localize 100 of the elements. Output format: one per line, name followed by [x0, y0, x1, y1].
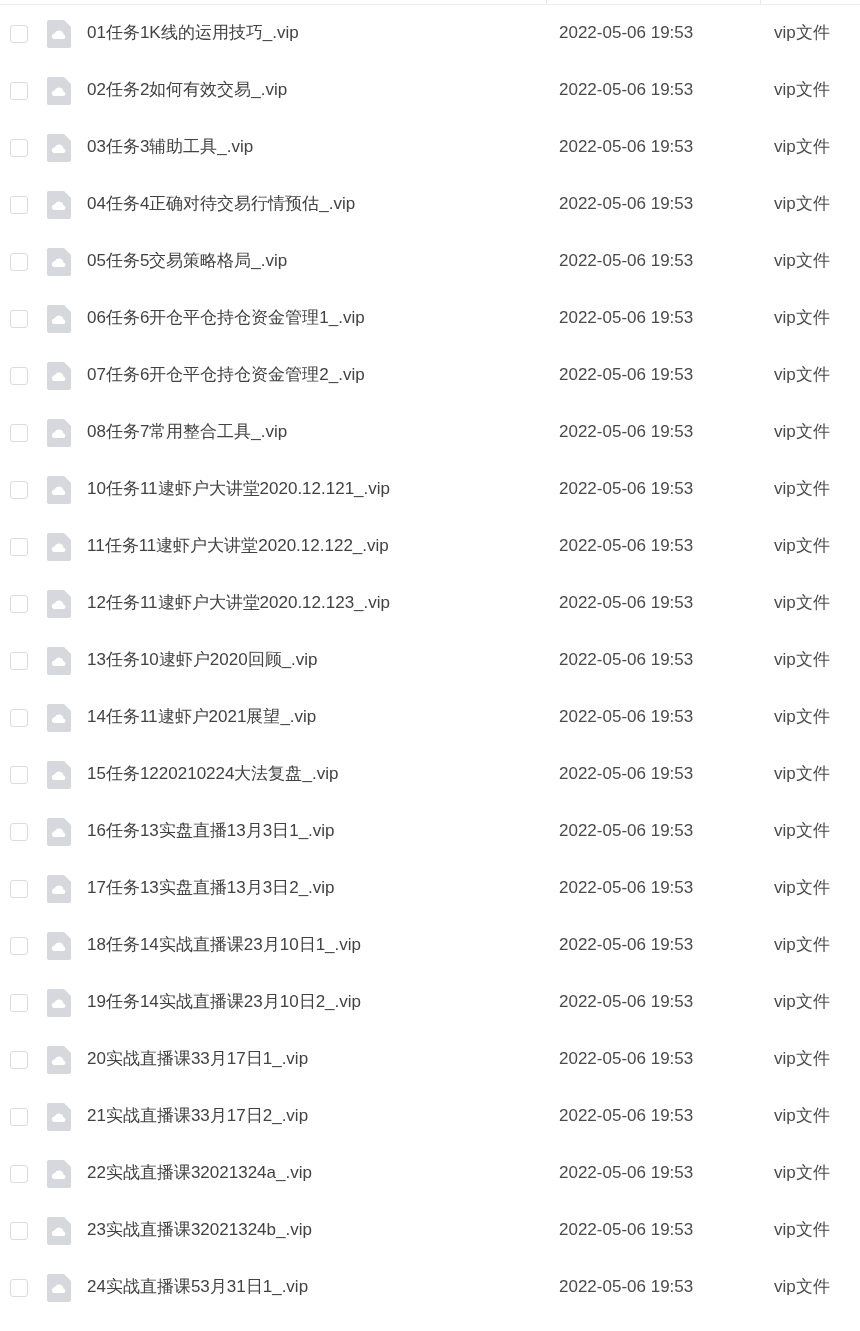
modified-date: 2022-05-06 19:53: [558, 878, 694, 899]
cloud-document-icon: [47, 874, 71, 903]
file-type: vip文件: [773, 1106, 830, 1127]
file-name[interactable]: 05任务5交易策略格局_.vip: [87, 251, 288, 272]
cloud-document-icon: [47, 988, 71, 1017]
file-type: vip文件: [773, 308, 830, 329]
file-name[interactable]: 20实战直播课33月17日1_.vip: [87, 1049, 309, 1070]
row-checkbox[interactable]: [10, 822, 28, 841]
row-checkbox[interactable]: [10, 309, 28, 328]
file-type: vip文件: [773, 422, 830, 443]
file-name[interactable]: 21实战直播课33月17日2_.vip: [87, 1106, 309, 1127]
file-type: vip文件: [773, 707, 830, 728]
modified-date: 2022-05-06 19:53: [558, 80, 694, 101]
row-checkbox[interactable]: [10, 879, 28, 898]
file-name[interactable]: 15任务1220210224大法复盘_.vip: [87, 764, 339, 785]
file-name[interactable]: 22实战直播课32021324a_.vip: [87, 1163, 312, 1184]
file-name[interactable]: 04任务4正确对待交易行情预估_.vip: [87, 194, 356, 215]
file-name[interactable]: 11任务11逮虾户大讲堂2020.12.122_.vip: [87, 536, 389, 557]
row-checkbox[interactable]: [10, 708, 28, 727]
file-name[interactable]: 13任务10逮虾户2020回顾_.vip: [87, 650, 318, 671]
file-name[interactable]: 10任务11逮虾户大讲堂2020.12.121_.vip: [87, 479, 390, 500]
file-name[interactable]: 08任务7常用整合工具_.vip: [87, 422, 288, 443]
modified-date: 2022-05-06 19:53: [558, 308, 694, 329]
file-type: vip文件: [773, 878, 830, 899]
modified-date: 2022-05-06 19:53: [558, 992, 694, 1013]
cloud-document-icon: [47, 304, 71, 333]
row-checkbox[interactable]: [10, 423, 28, 442]
modified-date: 2022-05-06 19:53: [558, 935, 694, 956]
file-type: vip文件: [773, 935, 830, 956]
cloud-document-icon: [47, 703, 71, 732]
cloud-document-icon: [47, 1273, 71, 1302]
cloud-document-icon: [47, 247, 71, 276]
cloud-document-icon: [47, 589, 71, 618]
file-type: vip文件: [773, 992, 830, 1013]
file-name[interactable]: 16任务13实盘直播13月3日1_.vip: [87, 821, 335, 842]
modified-date: 2022-05-06 19:53: [558, 194, 694, 215]
file-name[interactable]: 24实战直播课53月31日1_.vip: [87, 1277, 309, 1298]
file-type: vip文件: [773, 764, 830, 785]
modified-date: 2022-05-06 19:53: [558, 137, 694, 158]
cloud-document-icon: [47, 760, 71, 789]
cloud-document-icon: [47, 475, 71, 504]
row-checkbox[interactable]: [10, 366, 28, 385]
file-name[interactable]: 03任务3辅助工具_.vip: [87, 137, 254, 158]
file-type: vip文件: [773, 536, 830, 557]
row-checkbox[interactable]: [10, 1221, 28, 1240]
cloud-document-icon: [47, 1216, 71, 1245]
row-checkbox[interactable]: [10, 651, 28, 670]
file-name[interactable]: 12任务11逮虾户大讲堂2020.12.123_.vip: [87, 593, 390, 614]
row-checkbox[interactable]: [10, 1278, 28, 1297]
row-checkbox[interactable]: [10, 537, 28, 556]
row-checkbox[interactable]: [10, 195, 28, 214]
file-type: vip文件: [773, 1220, 830, 1241]
cloud-document-icon: [47, 19, 71, 48]
cloud-document-icon: [47, 532, 71, 561]
file-name[interactable]: 17任务13实盘直播13月3日2_.vip: [87, 878, 335, 899]
cloud-document-icon: [47, 931, 71, 960]
row-checkbox[interactable]: [10, 1107, 28, 1126]
row-checkbox[interactable]: [10, 1164, 28, 1183]
row-checkbox[interactable]: [10, 1050, 28, 1069]
file-type: vip文件: [773, 80, 830, 101]
row-checkbox[interactable]: [10, 993, 28, 1012]
row-checkbox[interactable]: [10, 936, 28, 955]
cloud-document-icon: [47, 817, 71, 846]
file-type: vip文件: [773, 1049, 830, 1070]
modified-date: 2022-05-06 19:53: [558, 479, 694, 500]
file-name[interactable]: 07任务6开仓平仓持仓资金管理2_.vip: [87, 365, 365, 386]
cloud-document-icon: [47, 1045, 71, 1074]
modified-date: 2022-05-06 19:53: [558, 23, 694, 44]
modified-date: 2022-05-06 19:53: [558, 1163, 694, 1184]
row-checkbox[interactable]: [10, 252, 28, 271]
file-name[interactable]: 06任务6开仓平仓持仓资金管理1_.vip: [87, 308, 365, 329]
modified-date: 2022-05-06 19:53: [558, 821, 694, 842]
file-name[interactable]: 01任务1K线的运用技巧_.vip: [87, 23, 299, 44]
row-checkbox[interactable]: [10, 24, 28, 43]
file-name[interactable]: 02任务2如何有效交易_.vip: [87, 80, 288, 101]
row-checkbox[interactable]: [10, 81, 28, 100]
file-name[interactable]: 23实战直播课32021324b_.vip: [87, 1220, 312, 1241]
modified-date: 2022-05-06 19:53: [558, 536, 694, 557]
row-checkbox[interactable]: [10, 480, 28, 499]
modified-date: 2022-05-06 19:53: [558, 422, 694, 443]
modified-date: 2022-05-06 19:53: [558, 593, 694, 614]
file-name[interactable]: 18任务14实战直播课23月10日1_.vip: [87, 935, 361, 956]
file-type: vip文件: [773, 251, 830, 272]
file-type: vip文件: [773, 479, 830, 500]
cloud-document-icon: [47, 190, 71, 219]
row-checkbox[interactable]: [10, 594, 28, 613]
file-type: vip文件: [773, 365, 830, 386]
modified-date: 2022-05-06 19:53: [558, 1049, 694, 1070]
file-name[interactable]: 19任务14实战直播课23月10日2_.vip: [87, 992, 361, 1013]
cloud-document-icon: [47, 646, 71, 675]
modified-date: 2022-05-06 19:53: [558, 365, 694, 386]
cloud-document-icon: [47, 76, 71, 105]
file-type: vip文件: [773, 593, 830, 614]
row-checkbox[interactable]: [10, 138, 28, 157]
file-name[interactable]: 14任务11逮虾户2021展望_.vip: [87, 707, 317, 728]
modified-date: 2022-05-06 19:53: [558, 1220, 694, 1241]
cloud-document-icon: [47, 1159, 71, 1188]
row-checkbox[interactable]: [10, 765, 28, 784]
modified-date: 2022-05-06 19:53: [558, 764, 694, 785]
file-type: vip文件: [773, 1277, 830, 1298]
